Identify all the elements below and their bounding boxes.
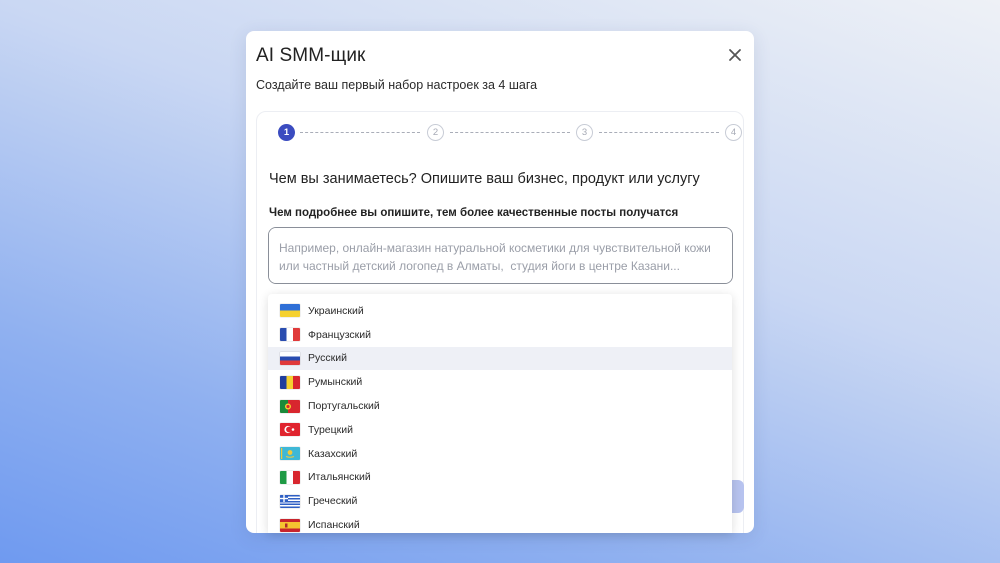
russia-flag-icon	[280, 351, 300, 365]
romania-flag-icon	[280, 375, 300, 389]
language-option-portuguese[interactable]: Португальский	[268, 394, 732, 418]
language-option-label: Русский	[308, 352, 347, 365]
kazakhstan-flag-icon	[280, 447, 300, 461]
step-2-indicator[interactable]: 2	[427, 124, 444, 141]
language-option-french[interactable]: Французский	[268, 323, 732, 347]
stepper: 1 2 3 4	[267, 124, 742, 142]
business-question: Чем вы занимаетесь? Опишите ваш бизнес, …	[269, 171, 700, 187]
step-connector	[450, 132, 570, 133]
language-option-label: Португальский	[308, 400, 380, 413]
business-hint: Чем подробнее вы опишите, тем более каче…	[269, 207, 679, 219]
modal-subtitle: Создайте ваш первый набор настроек за 4 …	[256, 78, 538, 92]
language-option-kazakh[interactable]: Казахский	[268, 442, 732, 466]
turkey-flag-icon	[280, 423, 300, 437]
language-option-spanish[interactable]: Испанский	[268, 513, 732, 533]
italy-flag-icon	[280, 470, 300, 484]
language-option-romanian[interactable]: Румынский	[268, 370, 732, 394]
step-connector	[300, 132, 420, 133]
step-1-indicator[interactable]: 1	[278, 124, 295, 141]
portugal-flag-icon	[280, 399, 300, 413]
language-option-label: Турецкий	[308, 423, 353, 436]
language-option-russian[interactable]: Русский	[268, 346, 732, 371]
language-option-label: Румынский	[308, 376, 363, 389]
language-option-italian[interactable]: Итальянский	[268, 466, 732, 490]
language-option-greek[interactable]: Греческий	[268, 489, 732, 513]
step-4-indicator[interactable]: 4	[725, 124, 742, 141]
ukraine-flag-icon	[280, 304, 300, 318]
language-option-label: Испанский	[308, 519, 360, 532]
language-option-label: Украинский	[308, 304, 364, 317]
language-option-label: Греческий	[308, 495, 358, 508]
step-3-indicator[interactable]: 3	[576, 124, 593, 141]
close-button[interactable]	[726, 46, 744, 64]
next-button[interactable]	[730, 480, 744, 513]
modal-title: AI SMM-щик	[256, 45, 366, 66]
language-option-ukrainian[interactable]: Украинский	[268, 299, 732, 323]
language-option-label: Французский	[308, 328, 371, 341]
language-option-label: Итальянский	[308, 471, 371, 484]
step-connector	[599, 132, 719, 133]
language-option-turkish[interactable]: Турецкий	[268, 418, 732, 442]
spain-flag-icon	[280, 518, 300, 532]
language-dropdown: Украинский Французский Русский Румынский…	[268, 294, 732, 533]
greece-flag-icon	[280, 494, 300, 508]
close-icon	[729, 49, 741, 61]
language-option-label: Казахский	[308, 447, 358, 460]
business-description-input[interactable]	[268, 227, 733, 284]
france-flag-icon	[280, 328, 300, 342]
